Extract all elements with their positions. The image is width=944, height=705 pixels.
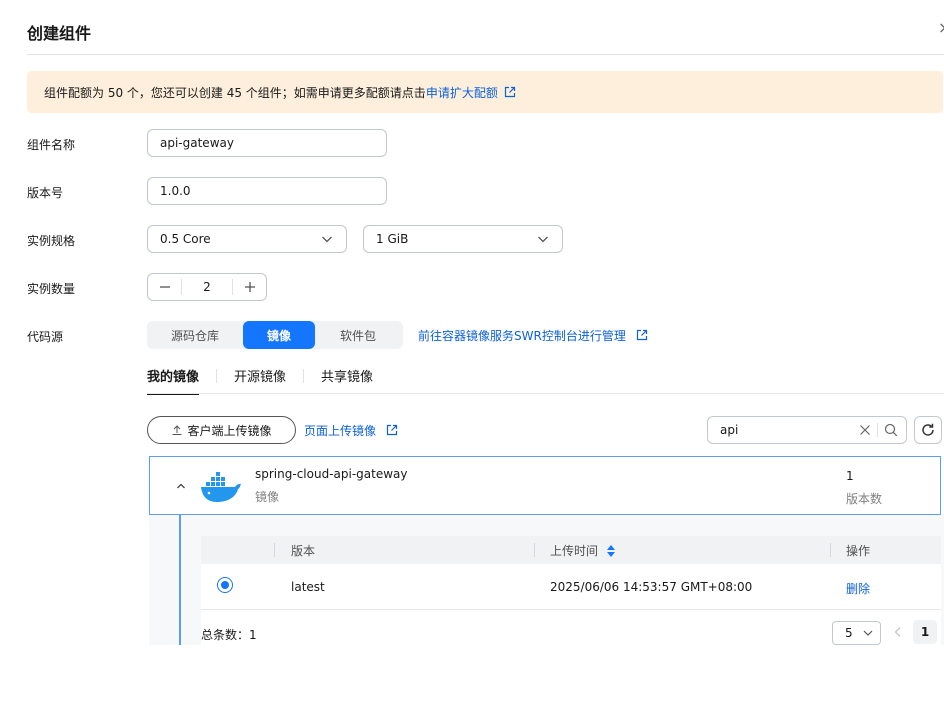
external-link-icon[interactable] [503, 85, 517, 99]
delete-link[interactable]: 删除 [846, 580, 870, 597]
header-action: 操作 [846, 544, 871, 558]
header-separator [534, 543, 535, 557]
cpu-select-value: 0.5 Core [160, 232, 211, 246]
dialog-title: 创建组件 [27, 24, 92, 43]
quota-notice-text: 组件配额为 50 个，您还可以创建 45 个组件；如需申请更多配额请点击 [44, 85, 426, 100]
header-version: 版本 [291, 544, 316, 558]
chevron-down-icon [538, 236, 548, 243]
version-radio-dot [221, 581, 229, 589]
search-value: api [720, 423, 739, 437]
decrement-button[interactable] [148, 274, 181, 300]
clear-icon[interactable] [859, 424, 871, 436]
external-link-icon [636, 329, 647, 341]
image-search-input[interactable]: api [707, 416, 907, 444]
source-option-repo[interactable]: 源码仓库 [147, 321, 243, 349]
instance-count-label: 实例数量 [27, 282, 76, 296]
source-option-image[interactable]: 镜像 [243, 321, 315, 349]
page-size-select[interactable]: 5 [832, 621, 881, 645]
client-upload-button[interactable]: 客户端上传镜像 [147, 416, 296, 444]
memory-select-value: 1 GiB [376, 232, 409, 246]
swr-console-link-text: 前往容器镜像服务SWR控制台进行管理 [418, 329, 626, 343]
tab-my-images[interactable]: 我的镜像 [147, 366, 200, 395]
header-upload-time-label: 上传时间 [550, 544, 599, 558]
current-page[interactable]: 1 [913, 620, 937, 644]
row-upload-time: 2025/06/06 14:53:57 GMT+08:00 [550, 580, 753, 594]
version-label: 版本号 [27, 186, 64, 200]
component-name-input[interactable]: api-gateway [147, 129, 387, 157]
version-radio[interactable] [217, 577, 233, 593]
memory-select[interactable]: 1 GiB [363, 225, 563, 253]
component-name-value: api-gateway [160, 136, 234, 150]
title-divider [27, 54, 944, 55]
versions-panel-indicator [179, 515, 181, 645]
upload-icon [172, 425, 182, 435]
version-value: 1.0.0 [160, 184, 191, 198]
search-icon[interactable] [884, 423, 898, 437]
swr-console-link[interactable]: 前往容器镜像服务SWR控制台进行管理 [418, 327, 649, 344]
header-upload-time[interactable]: 上传时间 [550, 542, 616, 559]
instance-count-value[interactable]: 2 [181, 279, 233, 295]
docker-icon [201, 472, 241, 502]
row-divider [201, 609, 941, 610]
header-separator [274, 543, 275, 557]
refresh-button[interactable] [914, 416, 942, 444]
tab-shared-images[interactable]: 共享镜像 [321, 366, 373, 393]
instance-spec-label: 实例规格 [27, 234, 76, 248]
chevron-down-icon [863, 630, 873, 636]
apply-quota-link[interactable]: 申请扩大配额 [426, 84, 498, 101]
version-count-label: 版本数 [846, 492, 883, 506]
version-count: 1 [846, 469, 854, 483]
version-input[interactable]: 1.0.0 [147, 177, 387, 205]
image-card[interactable] [149, 456, 941, 515]
page-upload-label: 页面上传镜像 [304, 424, 377, 438]
code-source-switch: 源码仓库 镜像 软件包 [147, 321, 403, 349]
external-link-icon [386, 424, 397, 436]
client-upload-label: 客户端上传镜像 [187, 423, 272, 438]
row-version: latest [291, 580, 325, 594]
tab-separator [303, 369, 305, 383]
page-upload-link[interactable]: 页面上传镜像 [304, 422, 399, 439]
prev-page-icon[interactable] [893, 626, 903, 638]
plus-icon [244, 282, 255, 292]
tab-separator [216, 369, 218, 383]
increment-button[interactable] [233, 274, 266, 300]
image-name: spring-cloud-api-gateway [255, 467, 408, 481]
cpu-select[interactable]: 0.5 Core [147, 225, 347, 253]
minus-icon [159, 286, 170, 288]
search-separator [877, 423, 878, 437]
close-icon[interactable]: × [938, 18, 944, 37]
image-tabs: 我的镜像 开源镜像 共享镜像 [147, 366, 373, 395]
total-count: 总条数：1 [201, 628, 257, 642]
refresh-icon [922, 423, 934, 436]
image-type: 镜像 [255, 490, 280, 504]
instance-count-stepper: 2 [147, 273, 267, 301]
sort-icon[interactable] [606, 544, 616, 558]
page-size-value: 5 [845, 626, 853, 640]
tab-open-source-images[interactable]: 开源镜像 [234, 366, 286, 393]
component-name-label: 组件名称 [27, 138, 76, 152]
chevron-down-icon [322, 236, 332, 243]
tabs-divider [147, 393, 944, 394]
quota-notice: 组件配额为 50 个，您还可以创建 45 个组件；如需申请更多配额请点击 申请扩… [27, 71, 943, 113]
code-source-label: 代码源 [27, 330, 64, 344]
header-separator [830, 543, 831, 557]
chevron-up-icon[interactable] [176, 481, 186, 491]
source-option-package[interactable]: 软件包 [315, 321, 401, 349]
